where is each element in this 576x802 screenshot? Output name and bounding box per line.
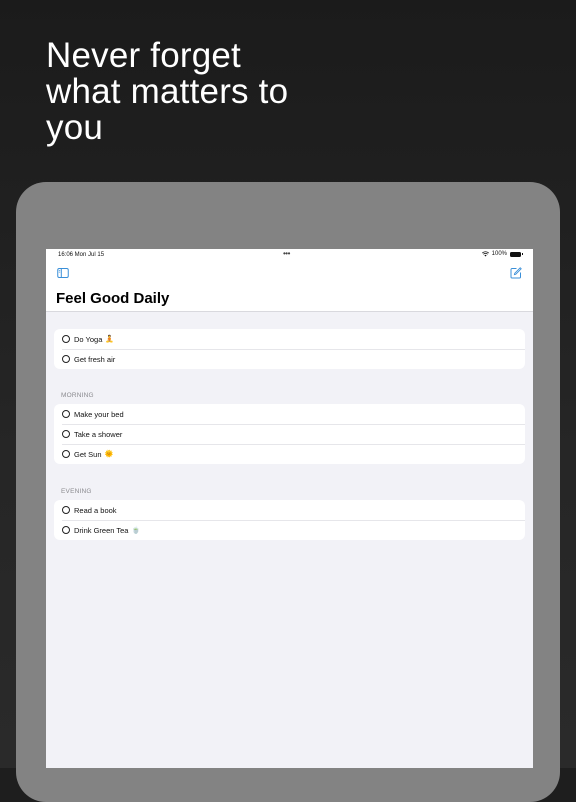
task-emoji: 🌞: [104, 451, 114, 458]
task-row[interactable]: Get fresh air: [54, 349, 525, 369]
checkbox-circle-icon[interactable]: [62, 526, 70, 534]
task-row[interactable]: Take a shower: [54, 424, 525, 444]
task-label: Get Sun: [74, 449, 102, 459]
status-time: 16:06 Mon Jul 15: [58, 252, 105, 258]
battery-icon: [510, 251, 523, 257]
task-row[interactable]: Get Sun 🌞: [54, 444, 525, 464]
task-label: Drink Green Tea: [74, 525, 129, 535]
section-header: EVENING: [61, 488, 92, 495]
task-emoji: 🧘: [105, 336, 115, 343]
task-group: Make your bed Take a shower Get Sun 🌞: [54, 404, 525, 464]
task-label: Read a book: [74, 505, 117, 515]
promo-headline: Never forget what matters to you: [46, 36, 289, 147]
navigation-bar: 16:06 Mon Jul 15 ••• 100% Feel Good Dail…: [46, 249, 533, 312]
checkbox-circle-icon[interactable]: [62, 430, 70, 438]
multitasking-dots[interactable]: •••: [283, 249, 290, 258]
wifi-icon: [481, 251, 489, 257]
section-header: MORNING: [61, 392, 94, 399]
battery-percent: 100%: [491, 251, 507, 257]
task-row[interactable]: Drink Green Tea 🍵: [54, 520, 525, 540]
task-row[interactable]: Read a book: [54, 500, 525, 520]
task-row[interactable]: Do Yoga 🧘: [54, 329, 525, 349]
compose-icon[interactable]: [510, 267, 522, 279]
checkbox-circle-icon[interactable]: [62, 450, 70, 458]
app-screen: 16:06 Mon Jul 15 ••• 100% Feel Good Dail…: [46, 249, 533, 768]
sidebar-icon[interactable]: [57, 267, 69, 279]
task-group: Do Yoga 🧘 Get fresh air: [54, 329, 525, 369]
checkbox-circle-icon[interactable]: [62, 506, 70, 514]
status-indicators: 100%: [481, 251, 523, 257]
task-group: Read a book Drink Green Tea 🍵: [54, 500, 525, 540]
task-row[interactable]: Make your bed: [54, 404, 525, 424]
task-label: Take a shower: [74, 429, 123, 439]
checkbox-circle-icon[interactable]: [62, 355, 70, 363]
checkbox-circle-icon[interactable]: [62, 410, 70, 418]
task-label: Get fresh air: [74, 354, 116, 364]
page-title: Feel Good Daily: [56, 290, 170, 307]
task-label: Make your bed: [74, 409, 124, 419]
task-emoji: 🍵: [131, 527, 141, 534]
checkbox-circle-icon[interactable]: [62, 335, 70, 343]
task-label: Do Yoga: [74, 334, 103, 344]
